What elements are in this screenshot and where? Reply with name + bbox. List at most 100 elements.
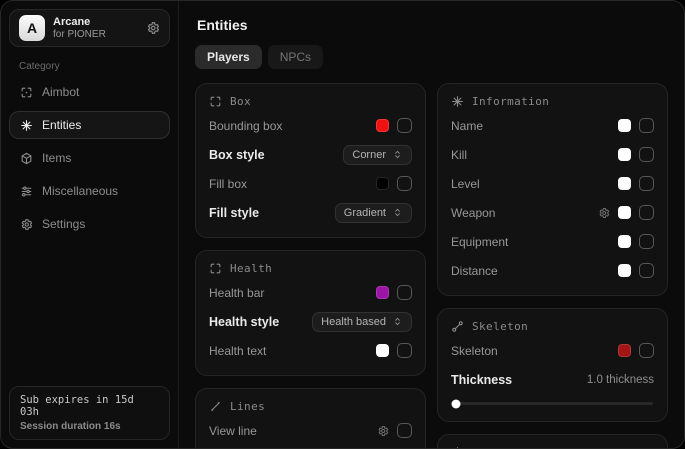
setting-row-weapon: Weapon (451, 201, 654, 224)
sidebar-item-label: Entities (42, 118, 81, 132)
gear-icon[interactable] (377, 425, 389, 437)
setting-controls (376, 285, 412, 300)
name-checkbox[interactable] (639, 118, 654, 133)
setting-label: Health bar (209, 286, 264, 300)
card-title: General (472, 446, 521, 448)
card-box: BoxBounding boxBox styleCornerFill boxFi… (195, 83, 426, 238)
setting-row-thickness: Thickness 1.0 thickness (451, 368, 654, 391)
thickness-slider[interactable] (452, 402, 653, 405)
setting-row-kill: Kill (451, 143, 654, 166)
setting-label: Equipment (451, 235, 508, 249)
setting-label: Name (451, 119, 483, 133)
level-checkbox[interactable] (639, 176, 654, 191)
color-swatch[interactable] (376, 119, 389, 132)
setting-row-skeleton: Skeleton (451, 339, 654, 362)
view-line-checkbox[interactable] (397, 423, 412, 438)
tab-bar: PlayersNPCs (195, 45, 668, 69)
setting-controls: Health based (312, 312, 412, 332)
setting-controls (618, 118, 654, 133)
select-value: Health based (321, 316, 386, 328)
setting-row-equipment: Equipment (451, 230, 654, 253)
color-swatch[interactable] (376, 344, 389, 357)
bounding-box-checkbox[interactable] (397, 118, 412, 133)
color-swatch[interactable] (618, 235, 631, 248)
setting-label: Level (451, 177, 480, 191)
entities-icon (20, 119, 33, 132)
card-title: Box (230, 95, 251, 108)
card-skeleton: Skeleton Skeleton Thickness 1.0 thickness (437, 308, 668, 422)
crosshair-icon (20, 86, 33, 99)
card-columns: BoxBounding boxBox styleCornerFill boxFi… (195, 83, 668, 448)
card-header: General (451, 446, 654, 448)
card-header: Health (209, 262, 412, 275)
setting-row-health-style: Health styleHealth based (209, 310, 412, 333)
bone-icon (451, 320, 464, 333)
weapon-checkbox[interactable] (639, 205, 654, 220)
setting-controls (376, 343, 412, 358)
card-header: Skeleton (451, 320, 654, 333)
card-title: Health (230, 262, 272, 275)
frame-icon (209, 262, 222, 275)
setting-row-fill-style: Fill styleGradient (209, 201, 412, 224)
setting-row-health-text: Health text (209, 339, 412, 362)
health-bar-checkbox[interactable] (397, 285, 412, 300)
health-style-select[interactable]: Health based (312, 312, 412, 332)
box-style-select[interactable]: Corner (343, 145, 412, 165)
color-swatch[interactable] (618, 148, 631, 161)
setting-label: Box style (209, 148, 265, 162)
app-subtitle: for PIONER (53, 29, 106, 41)
equipment-checkbox[interactable] (639, 234, 654, 249)
sidebar-item-label: Items (42, 151, 71, 165)
sparkle-icon (451, 95, 464, 108)
sidebar-item-settings[interactable]: Settings (9, 210, 170, 238)
sidebar-item-entities[interactable]: Entities (9, 111, 170, 139)
unfold-icon (392, 149, 403, 160)
color-swatch[interactable] (618, 344, 631, 357)
setting-controls (598, 205, 654, 220)
card-header: Lines (209, 400, 412, 413)
card-header: Information (451, 95, 654, 108)
app-logo: A (19, 15, 45, 41)
color-swatch[interactable] (618, 264, 631, 277)
slider-thumb[interactable] (452, 399, 461, 408)
setting-label: Distance (451, 264, 498, 278)
setting-label: Health text (209, 344, 266, 358)
fill-style-select[interactable]: Gradient (335, 203, 412, 223)
sub-expiry-text: Sub expires in 15d 03h (20, 394, 159, 418)
setting-row-level: Level (451, 172, 654, 195)
sidebar-item-aimbot[interactable]: Aimbot (9, 78, 170, 106)
kill-checkbox[interactable] (639, 147, 654, 162)
color-swatch[interactable] (376, 286, 389, 299)
tab-npcs[interactable]: NPCs (268, 45, 323, 69)
color-swatch[interactable] (618, 177, 631, 190)
setting-row-bounding-box: Bounding box (209, 114, 412, 137)
distance-checkbox[interactable] (639, 263, 654, 278)
tab-players[interactable]: Players (195, 45, 262, 69)
gear-icon[interactable] (598, 207, 610, 219)
setting-controls (376, 118, 412, 133)
sidebar-item-miscellaneous[interactable]: Miscellaneous (9, 177, 170, 205)
setting-label: Thickness (451, 373, 512, 387)
health-text-checkbox[interactable] (397, 343, 412, 358)
setting-label: Bounding box (209, 119, 282, 133)
sidebar-nav: Aimbot Entities Items Miscellaneous Settings (9, 78, 170, 238)
session-duration-text: Session duration 16s (20, 421, 159, 432)
app-name: Arcane (53, 16, 106, 29)
sidebar-item-label: Miscellaneous (42, 184, 118, 198)
sidebar-item-items[interactable]: Items (9, 144, 170, 172)
setting-row-name: Name (451, 114, 654, 137)
setting-controls (618, 234, 654, 249)
color-swatch[interactable] (376, 177, 389, 190)
setting-row-distance: Distance (451, 259, 654, 282)
fill-box-checkbox[interactable] (397, 176, 412, 191)
color-swatch[interactable] (618, 119, 631, 132)
setting-controls (618, 343, 654, 358)
sidebar-item-label: Settings (42, 217, 85, 231)
setting-controls: Corner (343, 145, 412, 165)
card-information: Information Name Kill Level Weapon Equipment D… (437, 83, 668, 296)
setting-controls: 1.0 thickness (587, 374, 654, 386)
color-swatch[interactable] (618, 206, 631, 219)
setting-controls: Gradient (335, 203, 412, 223)
skeleton-checkbox[interactable] (639, 343, 654, 358)
gear-icon[interactable] (146, 21, 160, 35)
